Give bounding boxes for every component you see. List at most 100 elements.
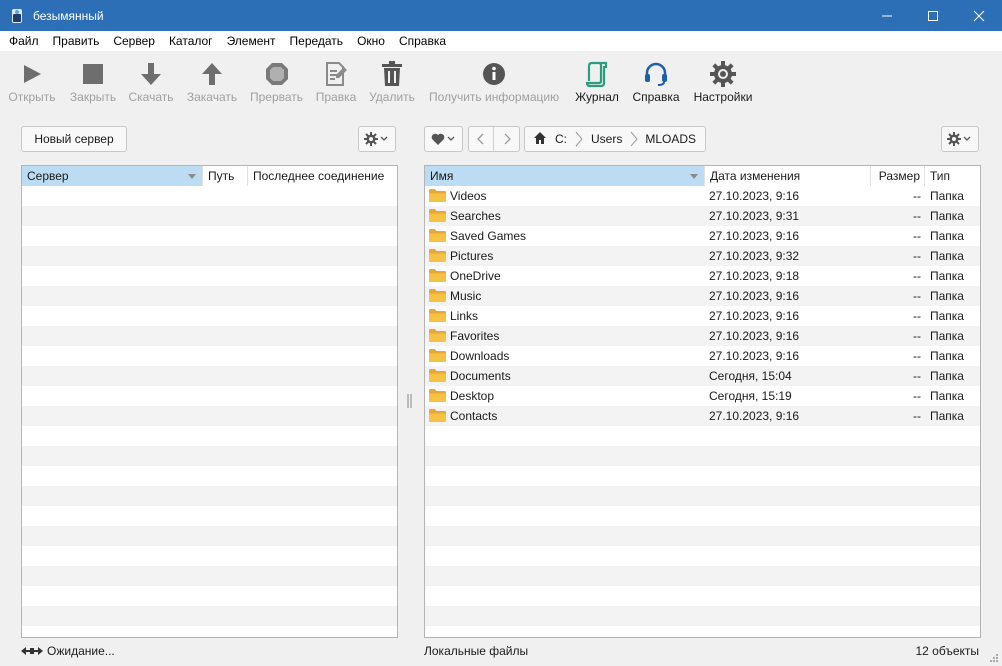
info-label: Получить информацию	[428, 90, 560, 104]
download-button[interactable]: Скачать	[128, 59, 174, 111]
column-date-label: Дата изменения	[710, 169, 801, 183]
menu-transfer[interactable]: Передать	[283, 34, 351, 48]
sort-down-icon	[690, 174, 698, 179]
file-type: Папка	[930, 289, 964, 303]
file-size: --	[913, 329, 921, 343]
table-row[interactable]: Videos 27.10.2023, 9:16 -- Папка	[425, 186, 980, 206]
column-name[interactable]: Имя	[425, 166, 705, 186]
table-row[interactable]: Desktop Сегодня, 15:19 -- Папка	[425, 386, 980, 406]
left-gear-dropdown[interactable]	[358, 126, 396, 152]
empty-row	[22, 406, 397, 426]
breadcrumb-drive[interactable]: C:	[555, 132, 567, 146]
column-size[interactable]: Размер	[871, 166, 925, 186]
menu-item[interactable]: Элемент	[220, 34, 283, 48]
folder-icon	[429, 249, 446, 262]
gear-chevron-icon	[947, 132, 971, 146]
menu-directory[interactable]: Каталог	[162, 34, 220, 48]
file-size: --	[913, 369, 921, 383]
table-row[interactable]: Downloads 27.10.2023, 9:16 -- Папка	[425, 346, 980, 366]
column-size-label: Размер	[878, 169, 920, 183]
breadcrumb-current[interactable]: MLOADS	[645, 132, 696, 146]
log-button[interactable]: Журнал	[572, 59, 622, 111]
folder-icon	[429, 189, 446, 202]
file-date: 27.10.2023, 9:32	[709, 249, 800, 263]
file-size: --	[913, 309, 921, 323]
nav-buttons	[468, 126, 520, 152]
arrow-up-icon	[202, 63, 222, 85]
menu-edit[interactable]: Править	[46, 34, 107, 48]
empty-row	[22, 226, 397, 246]
local-files-panel: Имя Дата изменения Размер Тип Videos 27.1…	[424, 165, 981, 638]
empty-row	[22, 366, 397, 386]
column-path[interactable]: Путь	[203, 166, 248, 186]
edit-button[interactable]: Правка	[314, 59, 358, 111]
table-row[interactable]: Links 27.10.2023, 9:16 -- Папка	[425, 306, 980, 326]
settings-button[interactable]: Настройки	[690, 59, 756, 111]
forward-button[interactable]	[494, 127, 519, 151]
empty-row	[22, 626, 397, 637]
folder-icon	[429, 369, 446, 382]
breadcrumb-users[interactable]: Users	[591, 132, 622, 146]
file-name: Contacts	[450, 409, 498, 423]
column-server[interactable]: Сервер	[22, 166, 203, 186]
file-name: Searches	[450, 209, 501, 223]
maximize-button[interactable]	[910, 0, 956, 31]
upload-button[interactable]: Закачать	[186, 59, 238, 111]
menu-help[interactable]: Справка	[392, 34, 453, 48]
new-server-button[interactable]: Новый сервер	[21, 126, 127, 152]
table-row[interactable]: Documents Сегодня, 15:04 -- Папка	[425, 366, 980, 386]
table-row[interactable]: Music 27.10.2023, 9:16 -- Папка	[425, 286, 980, 306]
file-size: --	[913, 349, 921, 363]
column-type[interactable]: Тип	[925, 166, 980, 186]
resize-grip-icon[interactable]	[989, 653, 999, 663]
table-row[interactable]: OneDrive 27.10.2023, 9:18 -- Папка	[425, 266, 980, 286]
table-row[interactable]: Searches 27.10.2023, 9:31 -- Папка	[425, 206, 980, 226]
delete-button[interactable]: Удалить	[367, 59, 417, 111]
connection-arrows-icon	[21, 647, 43, 655]
splitter-handle[interactable]	[406, 393, 414, 409]
open-button[interactable]: Открыть	[8, 59, 56, 111]
settings-label: Настройки	[693, 90, 753, 104]
play-icon	[24, 65, 41, 83]
table-row[interactable]: Saved Games 27.10.2023, 9:16 -- Папка	[425, 226, 980, 246]
file-name: Videos	[450, 189, 487, 203]
breadcrumb: C: Users MLOADS	[524, 126, 706, 152]
right-status: Локальные файлы	[424, 644, 529, 658]
file-size: --	[913, 289, 921, 303]
empty-row	[22, 346, 397, 366]
column-date-modified[interactable]: Дата изменения	[705, 166, 871, 186]
file-name: Links	[450, 309, 479, 323]
table-row[interactable]: Favorites 27.10.2023, 9:16 -- Папка	[425, 326, 980, 346]
empty-row	[425, 586, 980, 606]
close-connection-button[interactable]: Закрыть	[68, 59, 118, 111]
file-date: 27.10.2023, 9:16	[709, 309, 800, 323]
empty-row	[22, 466, 397, 486]
home-button[interactable]	[534, 131, 546, 147]
table-row[interactable]: Pictures 27.10.2023, 9:32 -- Папка	[425, 246, 980, 266]
column-last-connection-label: Последнее соединение	[253, 169, 385, 183]
empty-row	[22, 266, 397, 286]
minimize-button[interactable]	[864, 0, 910, 31]
column-last-connection[interactable]: Последнее соединение	[248, 166, 397, 186]
file-size: --	[913, 389, 921, 403]
menu-window[interactable]: Окно	[350, 34, 392, 48]
stop-button[interactable]: Прервать	[249, 59, 304, 111]
items-count: 12 объекты	[915, 644, 979, 658]
folder-icon	[429, 329, 446, 342]
file-size: --	[913, 269, 921, 283]
file-type: Папка	[930, 209, 964, 223]
menu-file[interactable]: Файл	[2, 34, 46, 48]
back-button[interactable]	[469, 127, 494, 151]
heart-chevron-icon	[431, 133, 454, 145]
favorites-dropdown[interactable]	[424, 126, 463, 152]
table-row[interactable]: Contacts 27.10.2023, 9:16 -- Папка	[425, 406, 980, 426]
close-button[interactable]	[956, 0, 1002, 31]
get-info-button[interactable]: Получить информацию	[426, 59, 562, 111]
open-label: Открыть	[8, 90, 56, 104]
menu-server[interactable]: Сервер	[106, 34, 162, 48]
help-button[interactable]: Справка	[630, 59, 682, 111]
file-type: Папка	[930, 369, 964, 383]
column-type-label: Тип	[930, 169, 951, 183]
right-gear-dropdown[interactable]	[941, 126, 979, 152]
empty-row	[425, 486, 980, 506]
